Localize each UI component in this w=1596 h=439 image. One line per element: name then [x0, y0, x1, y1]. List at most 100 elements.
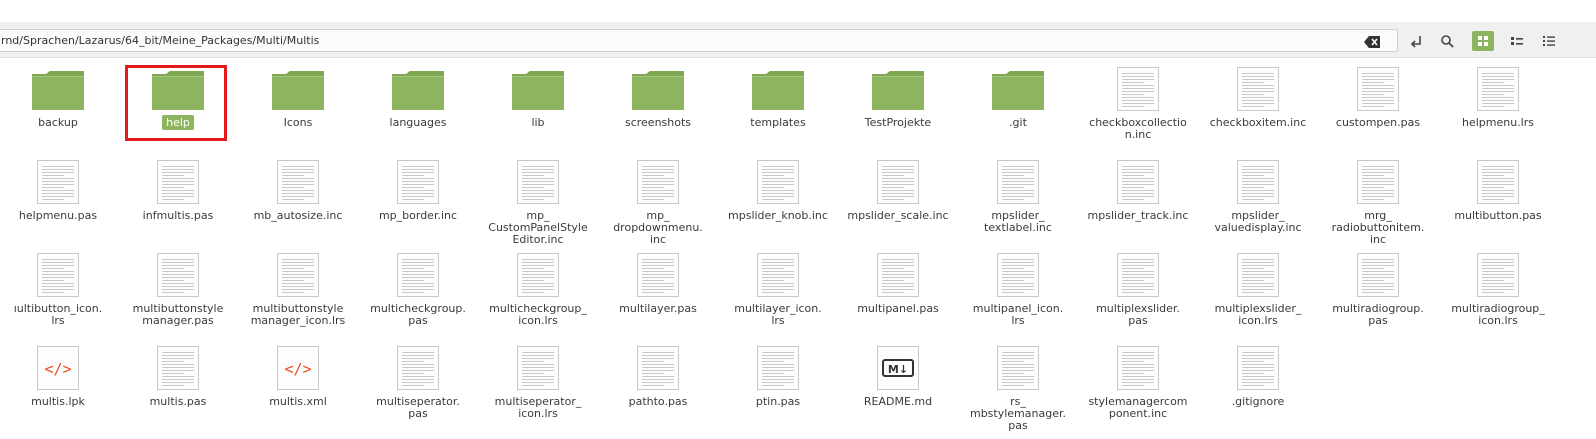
location-path[interactable]: rnd/Sprachen/Lazarus/64_bit/Meine_Packag…	[1, 34, 319, 47]
text-file-icon	[516, 159, 560, 205]
item-label: mp_ CustomPanelStyle Editor.inc	[478, 210, 598, 246]
folder-item[interactable]: languages	[358, 60, 478, 150]
item-label-text: multiseperator. pas	[376, 395, 460, 420]
file-item[interactable]: </> multis.lpk	[0, 339, 118, 429]
file-item[interactable]: multicheckgroup_ icon.lrs	[478, 246, 598, 336]
text-file-icon	[1356, 252, 1400, 298]
folder-item[interactable]: .git	[958, 60, 1078, 150]
item-label-text: multiplexslider. pas	[1096, 302, 1180, 327]
item-label-text: multiradiogroup. pas	[1332, 302, 1424, 327]
folder-item[interactable]: screenshots	[598, 60, 718, 150]
file-item[interactable]: mp_ CustomPanelStyle Editor.inc	[478, 153, 598, 246]
file-item[interactable]: multibuttonstyle manager.pas	[118, 246, 238, 336]
item-label-text: mp_ dropdownmenu. inc	[613, 209, 703, 246]
file-item[interactable]: M↓ README.md	[838, 339, 958, 429]
item-label-text: screenshots	[624, 116, 692, 129]
file-item[interactable]: multiplexslider. pas	[1078, 246, 1198, 336]
code-file-icon: </>	[36, 345, 80, 391]
item-label: multicheckgroup_ icon.lrs	[478, 303, 598, 327]
item-label-text: helpmenu.lrs	[1461, 116, 1534, 129]
grid-view-icon[interactable]	[1472, 31, 1494, 51]
folder-icon	[990, 70, 1046, 110]
file-item[interactable]: multiplexslider_ icon.lrs	[1198, 246, 1318, 336]
file-item[interactable]: multilayer.pas	[598, 246, 718, 336]
file-item[interactable]: helpmenu.lrs	[1438, 60, 1558, 150]
file-item[interactable]: mp_border.inc	[358, 153, 478, 243]
item-label: mpslider_scale.inc	[838, 210, 958, 222]
file-item[interactable]: ptin.pas	[718, 339, 838, 429]
file-item[interactable]: multiradiogroup. pas	[1318, 246, 1438, 336]
item-label-text: pathto.pas	[628, 395, 688, 408]
file-item[interactable]: helpmenu.pas	[0, 153, 118, 243]
file-item[interactable]: mrg_ radiobuttonitem. inc	[1318, 153, 1438, 246]
text-file-icon	[276, 252, 320, 298]
file-item[interactable]: multiseperator_ icon.lrs	[478, 339, 598, 429]
file-item[interactable]: checkboxcollectio n.inc	[1078, 60, 1198, 150]
file-item[interactable]: mpslider_ textlabel.inc	[958, 153, 1078, 243]
text-file-icon	[396, 159, 440, 205]
file-item[interactable]: mpslider_track.inc	[1078, 153, 1198, 243]
item-label: multiplexslider_ icon.lrs	[1198, 303, 1318, 327]
file-item[interactable]: stylemanagercom ponent.inc	[1078, 339, 1198, 429]
file-item[interactable]: ıultibutton_icon. lrs	[0, 246, 118, 336]
list-view-icon[interactable]	[1538, 31, 1560, 51]
search-icon[interactable]	[1436, 31, 1458, 51]
open-location-icon[interactable]	[1406, 31, 1428, 51]
file-item[interactable]: infmultis.pas	[118, 153, 238, 243]
folder-item[interactable]: templates	[718, 60, 838, 150]
text-file-icon	[276, 159, 320, 205]
file-item[interactable]: pathto.pas	[598, 339, 718, 429]
text-file-icon	[636, 159, 680, 205]
item-label: helpmenu.pas	[0, 210, 118, 222]
backspace-icon[interactable]	[1363, 34, 1381, 48]
file-item[interactable]: custompen.pas	[1318, 60, 1438, 150]
text-file-icon	[1236, 345, 1280, 391]
item-label: multiradiogroup_ icon.lrs	[1438, 303, 1558, 327]
item-label-text: mb_autosize.inc	[253, 209, 343, 222]
file-item[interactable]: multis.pas	[118, 339, 238, 429]
file-item[interactable]: multipanel.pas	[838, 246, 958, 336]
folder-item[interactable]: backup	[0, 60, 118, 150]
item-label: custompen.pas	[1318, 117, 1438, 129]
item-label: helpmenu.lrs	[1438, 117, 1558, 129]
file-item[interactable]: multilayer_icon. lrs	[718, 246, 838, 336]
text-file-icon	[1356, 66, 1400, 112]
item-label-text: templates	[750, 116, 806, 129]
folder-item[interactable]: lib	[478, 60, 598, 150]
location-bar[interactable]: rnd/Sprachen/Lazarus/64_bit/Meine_Packag…	[0, 29, 1398, 52]
file-item[interactable]: multibuttonstyle manager_icon.lrs	[238, 246, 358, 336]
text-file-icon	[396, 252, 440, 298]
file-item[interactable]: checkboxitem.inc	[1198, 60, 1318, 150]
item-label-text: TestProjekte	[864, 116, 932, 129]
folder-item[interactable]: help	[118, 60, 238, 150]
file-item[interactable]: multipanel_icon. lrs	[958, 246, 1078, 336]
item-label-text: multicheckgroup_ icon.lrs	[489, 302, 587, 327]
text-file-icon	[996, 345, 1040, 391]
folder-icon	[270, 70, 326, 110]
file-item[interactable]: mpslider_ valuedisplay.inc	[1198, 153, 1318, 243]
item-label-text: multibutton.pas	[1454, 209, 1542, 222]
svg-text:</>: </>	[44, 360, 71, 378]
folder-icon	[750, 70, 806, 110]
code-file-icon: </>	[276, 345, 320, 391]
item-label-text: checkboxcollectio n.inc	[1089, 116, 1187, 141]
item-label: multiplexslider. pas	[1078, 303, 1198, 327]
file-item[interactable]: rs_ mbstylemanager. pas	[958, 339, 1078, 432]
text-file-icon	[156, 252, 200, 298]
file-item[interactable]: multiseperator. pas	[358, 339, 478, 429]
folder-item[interactable]: Icons	[238, 60, 358, 150]
file-item[interactable]: mpslider_scale.inc	[838, 153, 958, 243]
file-item[interactable]: multiradiogroup_ icon.lrs	[1438, 246, 1558, 336]
file-item[interactable]: </> multis.xml	[238, 339, 358, 429]
file-item[interactable]: multicheckgroup. pas	[358, 246, 478, 336]
text-file-icon	[876, 252, 920, 298]
file-item[interactable]: multibutton.pas	[1438, 153, 1558, 243]
file-item[interactable]: mb_autosize.inc	[238, 153, 358, 243]
file-item[interactable]: mpslider_knob.inc	[718, 153, 838, 243]
text-file-icon	[156, 159, 200, 205]
folder-item[interactable]: TestProjekte	[838, 60, 958, 150]
file-item[interactable]: mp_ dropdownmenu. inc	[598, 153, 718, 246]
item-label-text: Icons	[283, 116, 313, 129]
file-item[interactable]: .gitignore	[1198, 339, 1318, 429]
compact-list-icon[interactable]	[1506, 31, 1528, 51]
